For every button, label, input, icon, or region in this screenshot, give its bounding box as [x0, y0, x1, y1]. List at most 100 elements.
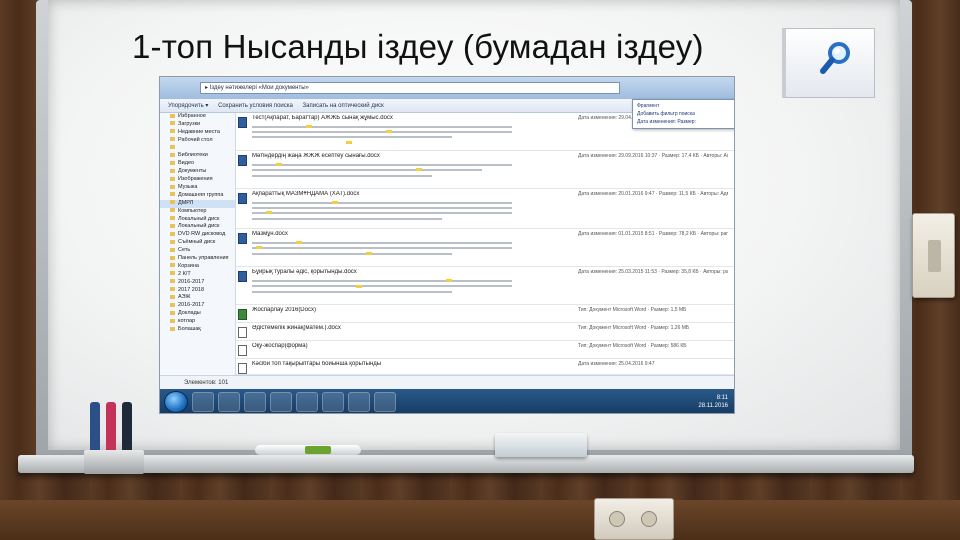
word-doc-icon — [238, 155, 247, 166]
nav-item[interactable]: Документы — [160, 168, 235, 176]
powerpoint-icon[interactable] — [322, 392, 344, 412]
explorer-status-bar: Элементов: 101 — [160, 375, 734, 389]
toolbar-burn[interactable]: Записать на оптический диск — [303, 103, 384, 109]
nav-item[interactable]: Музыка — [160, 184, 235, 192]
folder-icon[interactable] — [218, 392, 240, 412]
suggestion-item[interactable]: Фрагмент — [637, 102, 731, 110]
result-meta: Дата изменения: 20.01.2016 9:47 · Размер… — [578, 191, 728, 197]
result-name: Мазмұн.docx — [252, 231, 288, 237]
windows-taskbar: 8:11 28.11.2016 — [160, 389, 734, 413]
nav-item[interactable]: котлар — [160, 318, 235, 326]
marker-holder — [84, 450, 144, 474]
nav-item[interactable]: DVD RW дисковод — [160, 231, 235, 239]
start-button[interactable] — [164, 391, 188, 413]
result-name: Ақпараттық МАЗМҰНДАМА (ХАТ).docx — [252, 191, 360, 197]
nav-item[interactable]: 2017 2018 — [160, 287, 235, 295]
address-bar[interactable]: ▸ Іздеу нәтижелері «Мои документы» — [200, 82, 620, 94]
result-name: Кәсіби топ тақырыптары бойынша қорытынды — [252, 361, 382, 367]
result-meta: Дата изменения: 25.03.2015 11:53 · Разме… — [578, 269, 728, 275]
media-player-icon[interactable] — [244, 392, 266, 412]
nav-item[interactable]: Домашняя группа — [160, 192, 235, 200]
result-name: Жоспарлау 2016(Docx) — [252, 307, 316, 313]
result-meta: Дата изменения: 01.01.2015 8:51 · Размер… — [578, 231, 728, 237]
clock-time: 8:11 — [716, 395, 728, 401]
toolbar-organize[interactable]: Упорядочить ▾ — [168, 103, 208, 109]
document-icon — [238, 363, 247, 374]
result-row[interactable]: Кәсіби топ тақырыптары бойынша қорытынды… — [236, 359, 734, 375]
pink-marker — [106, 402, 116, 454]
suggestion-item[interactable]: Добавить фильтр поиска — [637, 110, 731, 118]
nav-item[interactable]: 2016-2017 — [160, 302, 235, 310]
nav-item[interactable]: Загрузки — [160, 121, 235, 129]
result-row[interactable]: Мәтіндердің жаңа ЖЖЖ есептеу сынағы.docx… — [236, 151, 734, 189]
nav-item[interactable]: Съёмный диск — [160, 239, 235, 247]
result-name: Бұйрық туралы әдіс, қорытынды.docx — [252, 269, 357, 275]
nav-item[interactable] — [160, 145, 235, 153]
nav-item[interactable]: Видео — [160, 160, 235, 168]
yandex-icon[interactable] — [296, 392, 318, 412]
word-doc-icon — [238, 193, 247, 204]
result-meta: Дата изменения: 29.09.2016 10:37 · Разме… — [578, 153, 728, 159]
document-icon — [238, 327, 247, 338]
marker-tray — [18, 455, 914, 473]
result-meta: Тип: Документ Microsoft Word · Размер: 5… — [578, 343, 687, 349]
nav-item[interactable]: АЭЖ — [160, 294, 235, 302]
magnifier-icon — [820, 42, 850, 74]
nav-item[interactable]: Болашақ — [160, 326, 235, 334]
result-name: Әдістемелік жинақ(матем.).docx — [252, 325, 341, 331]
nav-item[interactable]: Локальный диск — [160, 216, 235, 224]
result-meta: Тип: Документ Microsoft Word · Размер: 1… — [578, 325, 690, 331]
chrome-icon[interactable] — [270, 392, 292, 412]
socket-icon — [609, 511, 625, 527]
nav-item[interactable]: Панель управления — [160, 255, 235, 263]
search-icon-box — [782, 28, 875, 98]
result-row[interactable]: Мазмұн.docx Дата изменения: 01.01.2015 8… — [236, 229, 734, 267]
marker-pen — [255, 445, 361, 455]
result-row[interactable]: Бұйрық туралы әдіс, қорытынды.docx Дата … — [236, 267, 734, 305]
board-eraser — [495, 433, 587, 457]
word-icon[interactable] — [348, 392, 370, 412]
nav-item-selected[interactable]: ДМРЛ — [160, 199, 235, 208]
nav-item[interactable]: Изображения — [160, 176, 235, 184]
nav-item[interactable]: Рабочий стол — [160, 137, 235, 145]
search-results: Тест(Ақпарат, Бараттар) АЖЖБ сынақ жұмыс… — [236, 113, 734, 375]
result-meta: Дата изменения: 25.04.2016 9:47 — [578, 361, 655, 367]
system-clock[interactable]: 8:11 28.11.2016 — [698, 394, 728, 410]
nav-item[interactable]: Библиотеки — [160, 152, 235, 160]
spreadsheet-icon — [238, 309, 247, 320]
clock-date: 28.11.2016 — [698, 403, 728, 409]
word-doc-icon — [238, 117, 247, 128]
power-outlet — [594, 498, 674, 540]
word-icon[interactable] — [374, 392, 396, 412]
result-row[interactable]: Оқу-жоспар(форма) Тип: Документ Microsof… — [236, 341, 734, 359]
result-row[interactable]: Әдістемелік жинақ(матем.).docx Тип: Доку… — [236, 323, 734, 341]
nav-item[interactable]: Недавние места — [160, 129, 235, 137]
suggestion-item[interactable]: Дата изменения: Размер: — [637, 118, 731, 126]
light-switch — [912, 213, 955, 298]
toolbar-save-search[interactable]: Сохранить условия поиска — [218, 103, 293, 109]
explorer-screenshot: ▸ Іздеу нәтижелері «Мои документы» Упоря… — [159, 76, 735, 414]
socket-icon — [641, 511, 657, 527]
navigation-pane: Избранное Загрузки Недавние места Рабочи… — [160, 113, 236, 375]
nav-item[interactable]: Компьютер — [160, 208, 235, 216]
result-row[interactable]: Жоспарлау 2016(Docx) Тип: Документ Micro… — [236, 305, 734, 323]
result-name: Оқу-жоспар(форма) — [252, 343, 308, 349]
black-marker — [122, 402, 132, 454]
nav-item[interactable]: Корзина — [160, 263, 235, 271]
explorer-titlebar: ▸ Іздеу нәтижелері «Мои документы» — [160, 77, 734, 99]
search-suggestions-dropdown[interactable]: Фрагмент Добавить фильтр поиска Дата изм… — [632, 99, 734, 129]
desk — [0, 500, 960, 540]
slide-title: 1-топ Нысанды іздеу (бумадан іздеу) — [132, 28, 704, 65]
nav-item[interactable]: Сеть — [160, 247, 235, 255]
nav-item[interactable]: 2016-2017 — [160, 279, 235, 287]
result-name: Мәтіндердің жаңа ЖЖЖ есептеу сынағы.docx — [252, 153, 380, 159]
document-icon — [238, 345, 247, 356]
ie-icon[interactable] — [192, 392, 214, 412]
nav-item[interactable]: Локальный диск — [160, 223, 235, 231]
result-name: Тест(Ақпарат, Бараттар) АЖЖБ сынақ жұмыс… — [252, 115, 393, 121]
result-row[interactable]: Ақпараттық МАЗМҰНДАМА (ХАТ).docx Дата из… — [236, 189, 734, 229]
word-doc-icon — [238, 271, 247, 282]
nav-item[interactable]: 2 К/Т — [160, 271, 235, 279]
nav-item[interactable]: Избранное — [160, 113, 235, 121]
nav-item[interactable]: Доклады — [160, 310, 235, 318]
